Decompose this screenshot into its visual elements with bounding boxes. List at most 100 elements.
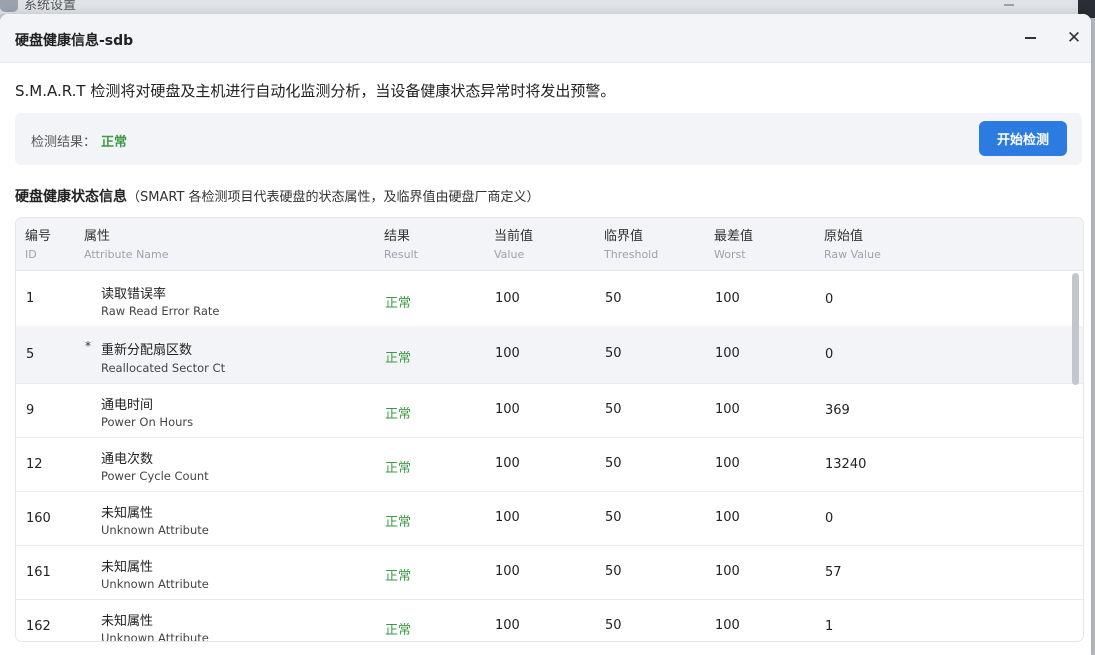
cell-id: 1 <box>26 291 35 306</box>
cell-result: 正常 <box>385 296 412 311</box>
dialog-title: 硬盘健康信息-sdb <box>15 33 134 49</box>
cell-value: 100 <box>495 564 520 579</box>
close-icon: ✕ <box>1066 28 1082 48</box>
cell-result: 正常 <box>385 461 412 476</box>
col-threshold-cn: 临界值 <box>604 229 644 244</box>
cell-value: 100 <box>495 291 520 306</box>
cell-worst: 100 <box>715 346 740 361</box>
cell-attr-cn: 未知属性 <box>101 614 154 629</box>
table-scrollbar[interactable] <box>1072 273 1079 385</box>
smart-description: S.M.A.R.T 检测将对硬盘及主机进行自动化监测分析，当设备健康状态异常时将… <box>15 82 616 100</box>
col-result-cn: 结果 <box>384 229 411 244</box>
cell-attr-cn: 通电次数 <box>101 452 154 467</box>
cell-value: 100 <box>495 456 520 471</box>
col-result: 结果 Result <box>384 229 418 263</box>
col-worst: 最差值 Worst <box>714 229 753 263</box>
cell-attr-en: Unknown Attribute <box>101 631 209 642</box>
cell-worst: 100 <box>715 456 740 471</box>
cell-worst: 100 <box>715 510 740 525</box>
col-id-cn: 编号 <box>25 229 52 244</box>
start-detection-button[interactable]: 开始检测 <box>979 121 1067 156</box>
cell-threshold: 50 <box>605 291 622 306</box>
cell-threshold: 50 <box>605 456 622 471</box>
section-heading: 硬盘健康状态信息 <box>15 189 127 205</box>
cell-worst: 100 <box>715 291 740 306</box>
col-worst-cn: 最差值 <box>714 229 754 244</box>
cell-value: 100 <box>495 402 520 417</box>
section-title: 硬盘健康状态信息（SMART 各检测项目代表硬盘的状态属性，及临界值由硬盘厂商定… <box>15 186 540 206</box>
cell-worst: 100 <box>715 618 740 633</box>
col-result-en: Result <box>384 248 418 261</box>
table-row[interactable]: 1 读取错误率 Raw Read Error Rate 正常 100 50 10… <box>16 271 1083 327</box>
col-value-cn: 当前值 <box>494 229 534 244</box>
cell-result: 正常 <box>385 515 412 530</box>
col-value-en: Value <box>494 248 525 261</box>
minimize-button[interactable] <box>1020 26 1042 48</box>
cell-attr-cn: 未知属性 <box>101 560 154 575</box>
cell-threshold: 50 <box>605 564 622 579</box>
background-window-title: 系统设置 <box>24 0 77 13</box>
background-window: 系统设置 <box>0 0 1078 14</box>
cell-attr-en: Unknown Attribute <box>101 577 209 591</box>
cell-threshold: 50 <box>605 510 622 525</box>
detection-result-panel: 检测结果： 正常 开始检测 <box>15 113 1082 165</box>
col-worst-en: Worst <box>714 248 746 261</box>
cell-raw: 0 <box>825 511 834 526</box>
cell-threshold: 50 <box>605 402 622 417</box>
col-threshold: 临界值 Threshold <box>604 229 658 263</box>
cell-id: 160 <box>26 511 51 526</box>
col-attribute-en: Attribute Name <box>84 248 169 261</box>
cell-result: 正常 <box>385 569 412 584</box>
background-minimize-icon[interactable] <box>1004 0 1014 6</box>
cell-threshold: 50 <box>605 618 622 633</box>
cell-attr-cn: 重新分配扇区数 <box>101 343 193 358</box>
table-row[interactable]: 160 未知属性 Unknown Attribute 正常 100 50 100… <box>16 491 1083 546</box>
cell-value: 100 <box>495 510 520 525</box>
cell-raw: 0 <box>825 347 834 362</box>
cell-attr-cn: 读取错误率 <box>101 287 167 302</box>
cell-value: 100 <box>495 346 520 361</box>
cell-attr-cn: 未知属性 <box>101 506 154 521</box>
cell-attr-en: Power On Hours <box>101 415 194 429</box>
cell-worst: 100 <box>715 564 740 579</box>
cell-attr-en: Reallocated Sector Ct <box>101 361 226 375</box>
cell-id: 162 <box>26 619 51 634</box>
col-raw-en: Raw Value <box>824 248 881 261</box>
cell-raw: 369 <box>825 403 850 418</box>
col-id-en: ID <box>25 248 37 261</box>
cell-result: 正常 <box>385 623 412 638</box>
smart-table: 编号 ID 属性 Attribute Name 结果 Result 当前值 Va… <box>15 217 1084 642</box>
table-row[interactable]: 9 通电时间 Power On Hours 正常 100 50 100 369 <box>16 383 1083 438</box>
cell-id: 5 <box>26 347 35 362</box>
cell-attr-en: Unknown Attribute <box>101 523 209 537</box>
cell-star: * <box>85 339 91 353</box>
cell-raw: 13240 <box>825 457 867 472</box>
table-row[interactable]: 12 通电次数 Power Cycle Count 正常 100 50 100 … <box>16 437 1083 492</box>
col-threshold-en: Threshold <box>604 248 659 261</box>
table-row[interactable]: 162 未知属性 Unknown Attribute 正常 100 50 100… <box>16 599 1083 642</box>
detection-result-value: 正常 <box>101 135 128 150</box>
col-id: 编号 ID <box>25 229 51 263</box>
cell-raw: 0 <box>825 292 834 307</box>
cell-attr-en: Raw Read Error Rate <box>101 304 220 318</box>
dialog-titlebar: 硬盘健康信息-sdb ✕ <box>0 14 1091 63</box>
cell-raw: 1 <box>825 619 834 634</box>
cell-worst: 100 <box>715 402 740 417</box>
cell-id: 161 <box>26 565 51 580</box>
close-button[interactable]: ✕ <box>1063 27 1085 49</box>
col-attribute: 属性 Attribute Name <box>84 229 169 263</box>
settings-app-icon <box>0 0 18 12</box>
cell-id: 9 <box>26 403 35 418</box>
cell-raw: 57 <box>825 565 842 580</box>
table-row[interactable]: 161 未知属性 Unknown Attribute 正常 100 50 100… <box>16 545 1083 600</box>
col-attribute-cn: 属性 <box>84 229 111 244</box>
col-raw: 原始值 Raw Value <box>824 229 881 263</box>
cell-threshold: 50 <box>605 346 622 361</box>
col-value: 当前值 Value <box>494 229 533 263</box>
table-row[interactable]: 5 * 重新分配扇区数 Reallocated Sector Ct 正常 100… <box>16 326 1083 384</box>
cell-result: 正常 <box>385 407 412 422</box>
cell-value: 100 <box>495 618 520 633</box>
cell-attr-en: Power Cycle Count <box>101 469 209 483</box>
col-raw-cn: 原始值 <box>824 229 864 244</box>
minimize-icon <box>1025 37 1036 39</box>
